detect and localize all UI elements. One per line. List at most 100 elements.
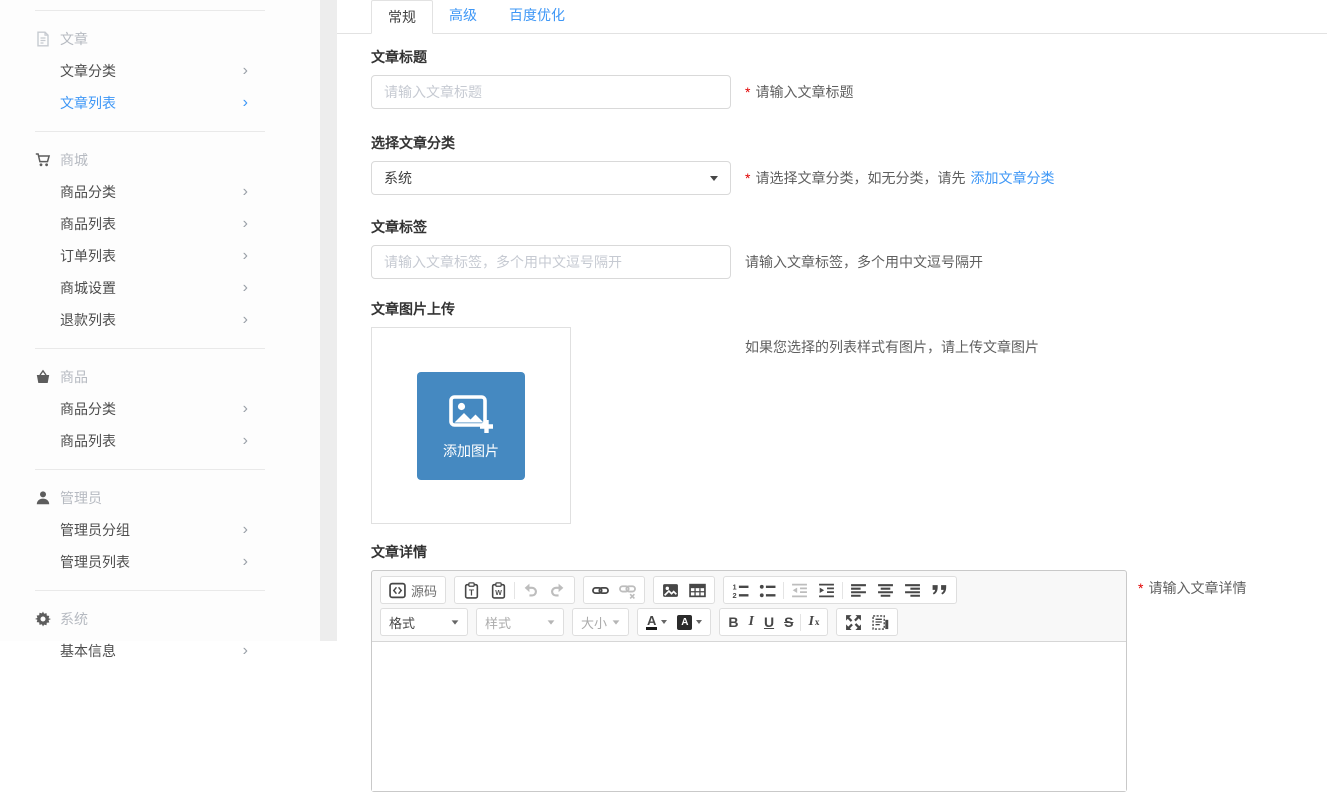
sidebar-item-label: 商品分类 bbox=[60, 182, 243, 202]
hint-text: 请输入文章标签，多个用中文逗号隔开 bbox=[745, 252, 983, 272]
selected-option: 系统 bbox=[384, 168, 412, 188]
field-article-category: 选择文章分类 系统 * 请选择文章分类，如无分类，请先 添加文章分类 bbox=[371, 133, 1327, 195]
chevron-right-icon: › bbox=[243, 401, 248, 417]
sidebar-item-label: 管理员列表 bbox=[60, 552, 243, 572]
field-label: 文章标签 bbox=[371, 217, 1327, 237]
remove-format-icon: I bbox=[808, 614, 813, 630]
toolbar-separator bbox=[842, 582, 843, 599]
sidebar-item-mall-goods-list[interactable]: 商品列表 › bbox=[0, 208, 320, 240]
unlink-button[interactable] bbox=[614, 578, 641, 602]
source-button[interactable]: 源码 bbox=[384, 578, 442, 602]
field-hint: 如果您选择的列表样式有图片，请上传文章图片 bbox=[745, 337, 1039, 357]
format-select[interactable]: 格式 bbox=[380, 608, 468, 636]
sidebar-group-label: 商城 bbox=[60, 150, 88, 170]
link-button[interactable] bbox=[587, 578, 614, 602]
field-article-title: 文章标题 * 请输入文章标题 bbox=[371, 47, 1327, 109]
tab-general[interactable]: 常规 bbox=[371, 0, 433, 34]
sidebar-item-mall-goods-category[interactable]: 商品分类 › bbox=[0, 176, 320, 208]
background-color-button[interactable]: A bbox=[672, 610, 707, 634]
select-dropdown-icon bbox=[452, 620, 459, 624]
sidebar-item-refund-list[interactable]: 退款列表 › bbox=[0, 304, 320, 336]
sidebar-item-mall-settings[interactable]: 商城设置 › bbox=[0, 272, 320, 304]
sidebar: 文章 文章分类 › 文章列表 › 商城 商品分类 › 商品列表 › 订单列表 ›… bbox=[0, 0, 320, 641]
sidebar-group-label: 系统 bbox=[60, 609, 88, 629]
italic-button[interactable]: I bbox=[744, 610, 759, 634]
chevron-right-icon: › bbox=[243, 643, 248, 659]
show-blocks-button[interactable] bbox=[867, 610, 894, 634]
remove-format-sub: x bbox=[815, 617, 820, 627]
user-icon bbox=[35, 490, 51, 506]
divider bbox=[35, 590, 265, 591]
chevron-right-icon: › bbox=[243, 95, 248, 111]
numbered-list-button[interactable]: 12 bbox=[727, 578, 754, 602]
sidebar-group-article[interactable]: 文章 bbox=[0, 23, 320, 55]
chevron-right-icon: › bbox=[243, 184, 248, 200]
text-color-button[interactable]: A bbox=[641, 610, 672, 634]
source-icon bbox=[389, 582, 406, 599]
required-asterisk: * bbox=[745, 84, 750, 100]
article-title-input[interactable] bbox=[371, 75, 731, 109]
insert-image-button[interactable] bbox=[657, 578, 684, 602]
align-right-button[interactable] bbox=[899, 578, 926, 602]
chevron-right-icon: › bbox=[243, 554, 248, 570]
sidebar-group-goods[interactable]: 商品 bbox=[0, 361, 320, 393]
remove-format-button[interactable]: Ix bbox=[803, 610, 824, 634]
outdent-button[interactable] bbox=[786, 578, 813, 602]
sidebar-item-article-category[interactable]: 文章分类 › bbox=[0, 55, 320, 87]
insert-table-button[interactable] bbox=[684, 578, 711, 602]
bold-button[interactable]: B bbox=[723, 610, 743, 634]
dropdown-arrow-icon bbox=[696, 620, 702, 624]
sidebar-item-label: 管理员分组 bbox=[60, 520, 243, 540]
toolbar-separator bbox=[800, 614, 801, 631]
sidebar-item-label: 基本信息 bbox=[60, 641, 243, 661]
blockquote-button[interactable] bbox=[926, 578, 953, 602]
sidebar-item-label: 订单列表 bbox=[60, 246, 243, 266]
size-select[interactable]: 大小 bbox=[572, 608, 629, 636]
sidebar-item-goods-category[interactable]: 商品分类 › bbox=[0, 393, 320, 425]
sidebar-item-article-list[interactable]: 文章列表 › bbox=[0, 87, 320, 119]
field-article-tags: 文章标签 请输入文章标签，多个用中文逗号隔开 bbox=[371, 217, 1327, 279]
indent-button[interactable] bbox=[813, 578, 840, 602]
sidebar-group-system[interactable]: 系统 bbox=[0, 603, 320, 635]
sidebar-item-order-list[interactable]: 订单列表 › bbox=[0, 240, 320, 272]
maximize-button[interactable] bbox=[840, 610, 867, 634]
add-article-category-link[interactable]: 添加文章分类 bbox=[970, 168, 1054, 188]
paste-word-button[interactable]: W bbox=[485, 578, 512, 602]
redo-button[interactable] bbox=[544, 578, 571, 602]
hint-text: 请输入文章标题 bbox=[755, 82, 853, 102]
styles-select[interactable]: 样式 bbox=[476, 608, 564, 636]
add-image-button[interactable]: 添加图片 bbox=[417, 372, 525, 480]
sidebar-group-admin[interactable]: 管理员 bbox=[0, 482, 320, 514]
sidebar-item-label: 商品分类 bbox=[60, 399, 243, 419]
paste-text-button[interactable]: T bbox=[458, 578, 485, 602]
maximize-icon bbox=[845, 614, 862, 631]
field-hint: 请输入文章标签，多个用中文逗号隔开 bbox=[745, 252, 983, 272]
svg-text:2: 2 bbox=[733, 590, 737, 598]
align-left-button[interactable] bbox=[845, 578, 872, 602]
article-category-select[interactable]: 系统 bbox=[371, 161, 731, 195]
sidebar-item-admin-list[interactable]: 管理员列表 › bbox=[0, 546, 320, 578]
indent-icon bbox=[818, 582, 835, 599]
hint-text: 请输入文章详情 bbox=[1148, 578, 1246, 598]
strikethrough-button[interactable]: S bbox=[779, 610, 798, 634]
tab-advanced[interactable]: 高级 bbox=[433, 0, 493, 33]
divider bbox=[35, 10, 265, 11]
editor-content-area[interactable] bbox=[372, 641, 1126, 791]
sidebar-item-label: 文章列表 bbox=[60, 93, 243, 113]
tab-baidu-seo[interactable]: 百度优化 bbox=[493, 0, 581, 33]
sidebar-group-label: 管理员 bbox=[60, 488, 102, 508]
underline-button[interactable]: U bbox=[759, 610, 779, 634]
source-label: 源码 bbox=[411, 581, 437, 600]
cart-icon bbox=[35, 152, 51, 168]
bulleted-list-button[interactable] bbox=[754, 578, 781, 602]
hint-text: 如果您选择的列表样式有图片，请上传文章图片 bbox=[745, 337, 1039, 357]
article-tags-input[interactable] bbox=[371, 245, 731, 279]
sidebar-item-admin-group[interactable]: 管理员分组 › bbox=[0, 514, 320, 546]
sidebar-item-label: 文章分类 bbox=[60, 61, 243, 81]
sidebar-item-goods-list[interactable]: 商品列表 › bbox=[0, 425, 320, 457]
align-center-button[interactable] bbox=[872, 578, 899, 602]
sidebar-group-mall[interactable]: 商城 bbox=[0, 144, 320, 176]
sidebar-item-basic-info[interactable]: 基本信息 › bbox=[0, 635, 320, 667]
chevron-right-icon: › bbox=[243, 248, 248, 264]
undo-button[interactable] bbox=[517, 578, 544, 602]
